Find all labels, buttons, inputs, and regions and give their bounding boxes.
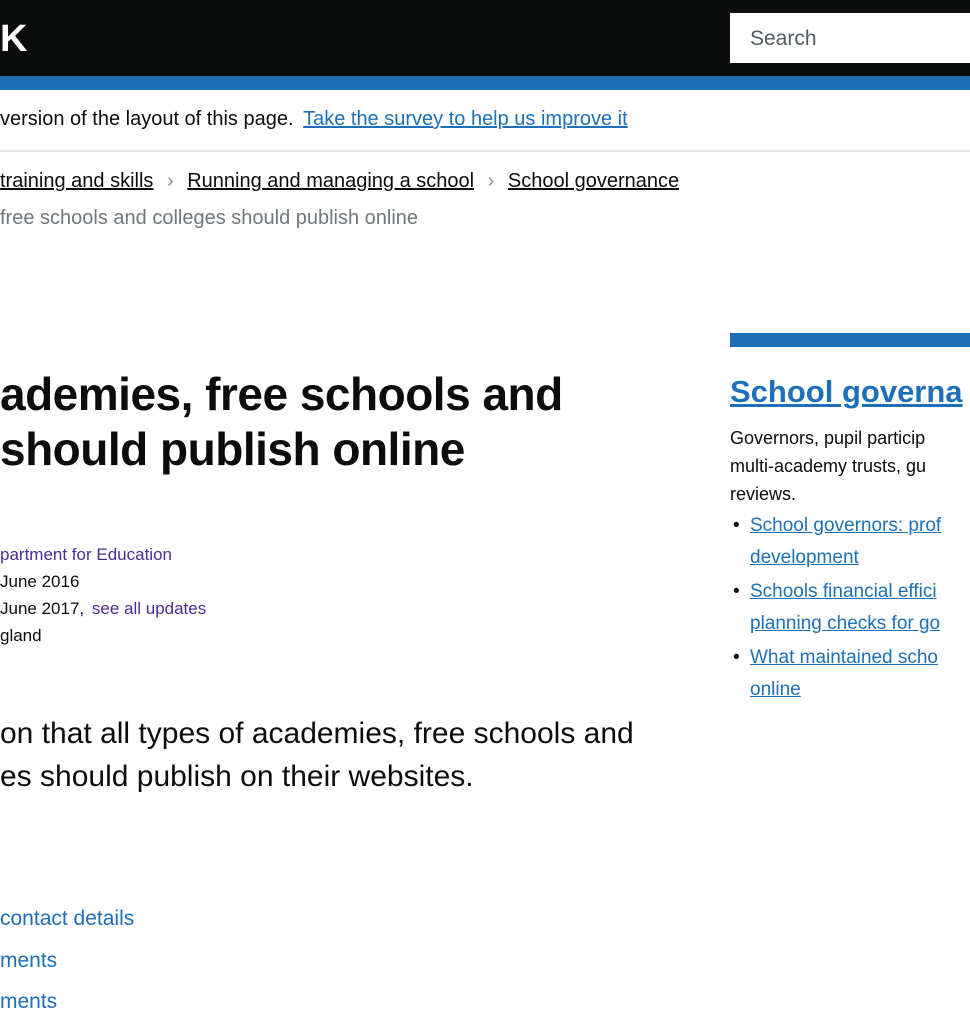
related-link[interactable]: Schools financial effici [750, 576, 937, 608]
organisation-link[interactable]: partment for Education [0, 545, 172, 564]
survey-link[interactable]: Take the survey to help us improve it [303, 108, 628, 130]
related-link[interactable]: School governors: prof [750, 510, 941, 542]
related-link[interactable]: What maintained scho [750, 642, 938, 674]
search-placeholder: Search [750, 27, 817, 50]
bullet-icon: • [733, 515, 740, 536]
breadcrumb: training and skills › Running and managi… [0, 170, 679, 193]
related-top-bar [730, 333, 970, 347]
govuk-logo[interactable]: K [0, 20, 27, 58]
related-link[interactable]: development [750, 542, 859, 574]
survey-text: version of the layout of this page. [0, 108, 294, 130]
related-description-line: Governors, pupil particip [730, 428, 926, 448]
lead-paragraph-line-2: es should publish on their websites. [0, 760, 474, 793]
related-title-link[interactable]: School governa [730, 374, 963, 410]
meta-applies-to: gland [0, 626, 42, 645]
related-description-line: multi-academy trusts, gu [730, 456, 927, 476]
page-title-line-2: should publish online [0, 423, 465, 475]
breadcrumb-item[interactable]: Running and managing a school [187, 170, 474, 192]
see-all-updates-link[interactable]: see all updates [92, 599, 206, 618]
divider [0, 150, 970, 152]
site-header: K Search [0, 0, 970, 76]
breadcrumb-item[interactable]: School governance [508, 170, 679, 192]
page-title-line-1: ademies, free schools and [0, 368, 563, 420]
meta-updated-date: June 2017, [0, 599, 85, 618]
header-accent-bar [0, 76, 970, 90]
chevron-right-icon: › [166, 170, 174, 192]
related-link[interactable]: planning checks for go [750, 608, 940, 640]
contents-link[interactable]: contact details [0, 907, 134, 931]
related-description-line: reviews. [730, 484, 797, 504]
breadcrumb-item[interactable]: training and skills [0, 170, 153, 192]
contents-link[interactable]: ments [0, 990, 57, 1014]
breadcrumb-current: free schools and colleges should publish… [0, 207, 419, 229]
lead-paragraph-line-1: on that all types of academies, free sch… [0, 717, 634, 750]
chevron-right-icon: › [487, 170, 495, 192]
meta-from: partment for Education [0, 544, 172, 566]
survey-banner: version of the layout of this page. Take… [0, 108, 628, 131]
meta-published: June 2016 [0, 572, 80, 591]
bullet-icon: • [733, 647, 740, 668]
bullet-icon: • [733, 581, 740, 602]
related-link[interactable]: online [750, 674, 801, 706]
meta-updated: June 2017, see all updates [0, 598, 206, 620]
contents-link[interactable]: ments [0, 949, 57, 973]
search-input[interactable]: Search [730, 13, 970, 63]
